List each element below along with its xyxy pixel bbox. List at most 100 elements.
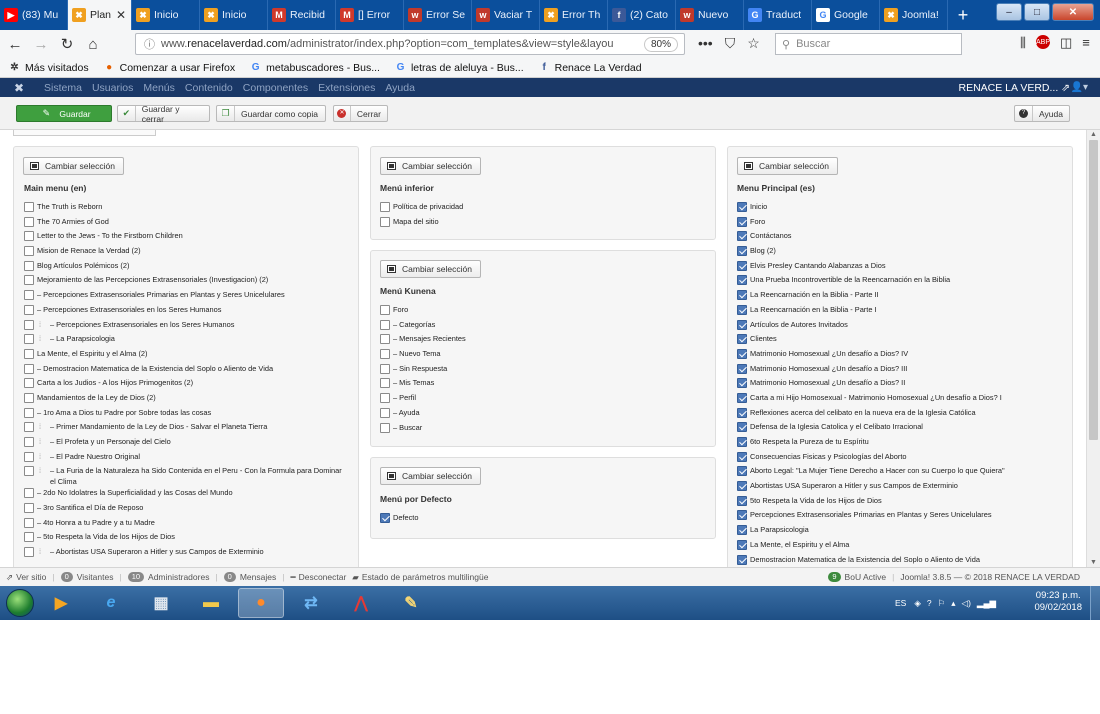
browser-tab[interactable]: ✖ Joomla! <box>880 0 948 30</box>
menu-item-row[interactable]: The 70 Armies of God <box>24 216 349 231</box>
menu-item-checkbox[interactable] <box>24 348 34 359</box>
menu-item-checkbox[interactable] <box>737 231 747 242</box>
admin-menu-item[interactable]: Componentes <box>243 82 308 94</box>
menu-item-checkbox[interactable] <box>24 451 34 462</box>
menu-item-row[interactable]: Defecto <box>380 512 700 527</box>
menu-item-checkbox[interactable] <box>737 392 747 403</box>
menu-item-row[interactable]: ⁞ – El Padre Nuestro Original <box>24 451 349 466</box>
help-tray-icon[interactable]: ? <box>927 598 932 608</box>
menu-item-row[interactable]: The Truth is Reborn <box>24 201 349 216</box>
change-selection-button[interactable]: Cambiar selección <box>380 157 481 175</box>
menu-item-row[interactable]: 5to Respeta la Vida de los Hijos de Dios <box>737 495 1067 510</box>
menu-item-checkbox[interactable] <box>24 407 34 418</box>
browser-tab[interactable]: ✖ Plan ✕ <box>68 0 132 30</box>
menu-item-checkbox[interactable] <box>737 290 747 301</box>
menu-item-checkbox[interactable] <box>380 363 390 374</box>
menu-item-checkbox[interactable] <box>24 503 34 514</box>
menu-item-row[interactable]: ⁞ – Abortistas USA Superaron a Hitler y s… <box>24 546 349 561</box>
menu-item-checkbox[interactable] <box>380 378 390 389</box>
save-close-button[interactable]: ✔ Guardar y cerrar <box>117 104 210 124</box>
menu-item-row[interactable]: – Nuevo Tema <box>380 348 700 363</box>
menu-item-row[interactable]: ⁞ – La Furia de la Naturaleza ha Sido Con… <box>24 465 349 487</box>
menu-item-row[interactable]: Reflexiones acerca del celibato en la nu… <box>737 407 1067 422</box>
multilang-status-link[interactable]: ▰ Estado de parámetros multilingüe <box>352 572 488 583</box>
admin-menu-item[interactable]: Extensiones <box>318 82 375 94</box>
forward-icon[interactable]: → <box>30 36 52 53</box>
menu-item-checkbox[interactable] <box>24 334 34 345</box>
admin-menu-item[interactable]: Contenido <box>185 82 233 94</box>
menu-item-row[interactable]: Elvis Presley Cantando Alabanzas a Dios <box>737 260 1067 275</box>
browser-tab[interactable]: w Error Se <box>404 0 472 30</box>
change-selection-button[interactable]: Cambiar selección <box>380 260 481 278</box>
browser-tab[interactable]: M Recibid <box>268 0 336 30</box>
bookmark-item[interactable]: Gmetabuscadores - Bus... <box>249 61 380 74</box>
menu-item-checkbox[interactable] <box>24 246 34 257</box>
start-button[interactable] <box>6 589 34 617</box>
save-copy-button[interactable]: ❐ Guardar como copia <box>216 105 326 122</box>
pocket-icon[interactable]: ⛉ <box>725 35 736 52</box>
scroll-up-icon[interactable]: ▲ <box>1090 131 1097 138</box>
show-hidden-icons[interactable]: ▴ <box>951 598 955 609</box>
menu-item-row[interactable]: Mapa del sitio <box>380 216 700 231</box>
browser-tab[interactable]: w Nuevo <box>676 0 744 30</box>
menu-item-checkbox[interactable] <box>24 422 34 433</box>
visitors-indicator[interactable]: 0 Visitantes <box>60 572 113 582</box>
menu-item-checkbox[interactable] <box>737 451 747 462</box>
menu-item-checkbox[interactable] <box>380 202 390 212</box>
menu-item-row[interactable]: Mandamientos de la Ley de Dios (2) <box>24 392 349 407</box>
menu-item-row[interactable]: 6to Respeta la Pureza de tu Espíritu <box>737 436 1067 451</box>
menu-item-row[interactable]: – 1ro Ama a Dios tu Padre por Sobre toda… <box>24 407 349 422</box>
menu-item-row[interactable]: Contáctanos <box>737 230 1067 245</box>
user-icon[interactable]: 👤▾ <box>1071 82 1088 93</box>
menu-item-checkbox[interactable] <box>24 319 34 330</box>
pdf-app-icon[interactable]: ⋀ <box>338 588 384 618</box>
minimize-button[interactable]: – <box>996 3 1022 21</box>
menu-item-checkbox[interactable] <box>380 319 390 330</box>
menu-item-row[interactable]: Una Prueba Incontrovertible de la Reenca… <box>737 274 1067 289</box>
scroll-down-icon[interactable]: ▼ <box>1090 559 1097 566</box>
help-button[interactable]: ? Ayuda <box>1014 105 1070 122</box>
messages-indicator[interactable]: 0 Mensajes <box>223 572 276 582</box>
menu-item-checkbox[interactable] <box>24 363 34 374</box>
menu-item-row[interactable]: La Reencarnación en la Biblia - Parte II <box>737 289 1067 304</box>
close-tab-icon[interactable]: ✕ <box>116 8 126 22</box>
menu-item-checkbox[interactable] <box>737 334 747 345</box>
menu-item-checkbox[interactable] <box>737 407 747 418</box>
info-icon[interactable]: ⓘ <box>144 36 155 52</box>
menu-item-checkbox[interactable] <box>737 319 747 330</box>
clock[interactable]: 09:23 p.m. 09/02/2018 <box>1034 590 1082 614</box>
menu-item-checkbox[interactable] <box>380 513 390 523</box>
menu-item-row[interactable]: La Parapsicologia <box>737 524 1067 539</box>
browser-tab[interactable]: G Google <box>812 0 880 30</box>
calculator-icon[interactable]: ▦ <box>138 588 184 618</box>
close-button[interactable]: ✕ Cerrar <box>333 105 388 122</box>
menu-item-checkbox[interactable] <box>737 495 747 506</box>
menu-item-row[interactable]: Percepciones Extrasensoriales Primarias … <box>737 509 1067 524</box>
menu-item-row[interactable]: – 4to Honra a tu Padre y a tu Madre <box>24 517 349 532</box>
menu-item-checkbox[interactable] <box>24 517 34 528</box>
language-indicator[interactable]: ES <box>895 598 906 608</box>
menu-item-row[interactable]: Mision de Renace la Verdad (2) <box>24 245 349 260</box>
menu-item-row[interactable]: Blog Artículos Polémicos (2) <box>24 260 349 275</box>
menu-item-checkbox[interactable] <box>737 466 747 477</box>
bookmark-item[interactable]: ● Comenzar a usar Firefox <box>103 61 235 74</box>
menu-item-checkbox[interactable] <box>380 422 390 433</box>
menu-item-row[interactable]: Carta a los Judios - A los Hijos Primoge… <box>24 377 349 392</box>
menu-item-row[interactable]: Foro <box>737 216 1067 231</box>
menu-item-checkbox[interactable] <box>380 305 390 315</box>
bookmark-star-icon[interactable]: ☆ <box>747 35 760 52</box>
browser-tab[interactable]: G Traduct <box>744 0 812 30</box>
menu-item-row[interactable]: – Percepciones Extrasensoriales Primaria… <box>24 289 349 304</box>
menu-item-row[interactable]: Blog (2) <box>737 245 1067 260</box>
signal-icon[interactable]: ▂▄▆ <box>977 598 996 609</box>
menu-item-checkbox[interactable] <box>737 304 747 315</box>
menu-item-checkbox[interactable] <box>24 466 34 477</box>
menu-item-checkbox[interactable] <box>380 393 390 404</box>
joomla-logo-icon[interactable]: ✖ <box>14 81 34 95</box>
browser-tab[interactable]: ✖ Inicio <box>200 0 268 30</box>
paint-icon[interactable]: ✎ <box>388 588 434 618</box>
menu-item-row[interactable]: – Categorías <box>380 319 700 334</box>
browser-tab[interactable]: M [] Error <box>336 0 404 30</box>
menu-item-row[interactable]: – Mensajes Recientes <box>380 333 700 348</box>
menu-item-row[interactable]: Letter to the Jews - To the Firstborn Ch… <box>24 230 349 245</box>
